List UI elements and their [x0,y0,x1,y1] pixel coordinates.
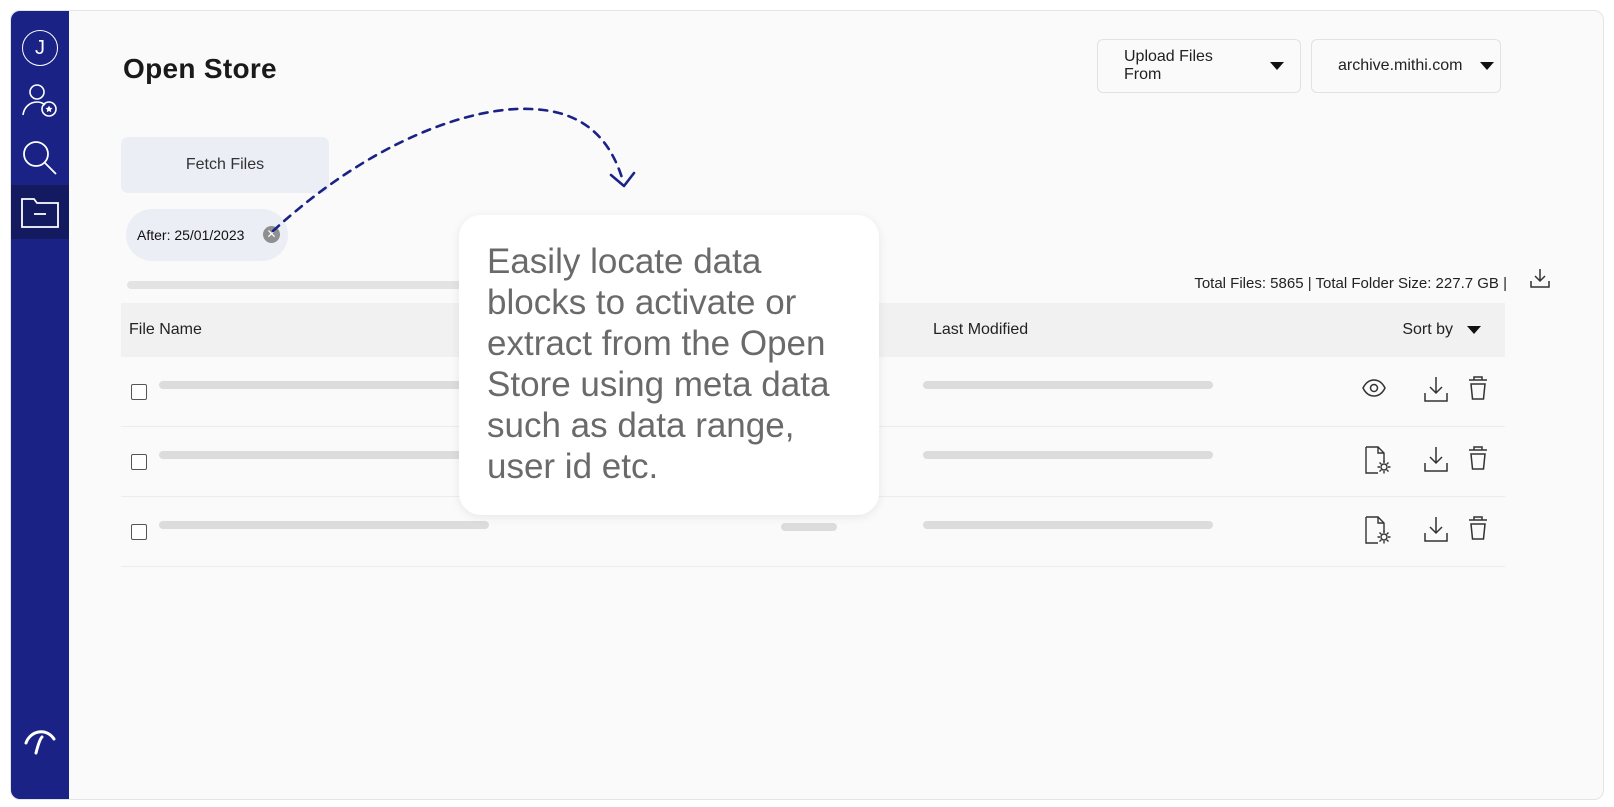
file-name-placeholder [159,381,489,389]
column-header-file-name[interactable]: File Name [129,321,202,339]
search-icon [23,141,57,175]
export-download-icon[interactable] [1529,267,1551,294]
row-checkbox[interactable] [131,524,147,540]
upload-files-dropdown[interactable]: Upload Files From [1097,39,1301,93]
sidebar-item-user-profile[interactable] [11,73,69,127]
files-summary: Total Files: 5865 | Total Folder Size: 2… [1194,275,1507,292]
upload-files-label: Upload Files From [1124,48,1213,83]
last-modified-placeholder [923,521,1213,529]
folder-icon [21,198,59,228]
feature-tooltip: Easily locate data blocks to activate or… [459,215,879,515]
sidebar-item-search[interactable] [11,131,69,185]
delete-icon[interactable] [1467,445,1489,476]
delete-icon[interactable] [1467,515,1489,546]
app-window: J Open Store Upload Files From archive.m… [10,10,1604,800]
row-checkbox[interactable] [131,384,147,400]
last-modified-placeholder [923,451,1213,459]
page-title: Open Store [123,53,277,84]
download-icon[interactable] [1423,515,1449,548]
chevron-down-icon [1480,62,1495,70]
view-icon[interactable] [1361,375,1387,406]
tooltip-text: Easily locate data blocks to activate or… [487,242,830,486]
avatar: J [22,30,58,66]
sidebar-logo [11,713,69,767]
download-icon[interactable] [1423,375,1449,408]
file-name-placeholder [159,451,489,459]
download-icon[interactable] [1423,445,1449,478]
file-name-placeholder [159,521,489,529]
chip-label: After: 25/01/2023 [137,227,245,243]
sidebar: J [11,11,69,799]
fetch-files-button[interactable]: Fetch Files [121,137,329,193]
domain-dropdown[interactable]: archive.mithi.com [1311,39,1501,93]
sidebar-item-open-store[interactable] [11,185,69,239]
file-settings-icon[interactable] [1363,515,1391,550]
sort-by-dropdown[interactable]: Sort by [1402,321,1481,339]
file-settings-icon[interactable] [1363,445,1391,480]
mithi-logo-icon [24,730,56,755]
column-header-last-modified[interactable]: Last Modified [933,321,1028,339]
remove-filter-icon[interactable]: ✕ [263,226,280,243]
last-modified-placeholder [923,381,1213,389]
chevron-down-icon [1467,326,1481,334]
chevron-down-icon [1270,62,1284,70]
domain-label: archive.mithi.com [1338,57,1463,74]
file-size-placeholder [781,523,837,531]
date-filter-chip: After: 25/01/2023 ✕ [126,209,288,261]
sort-by-label: Sort by [1402,321,1453,338]
user-star-icon [22,84,57,117]
delete-icon[interactable] [1467,375,1489,406]
sidebar-avatar[interactable]: J [11,21,69,75]
row-checkbox[interactable] [131,454,147,470]
